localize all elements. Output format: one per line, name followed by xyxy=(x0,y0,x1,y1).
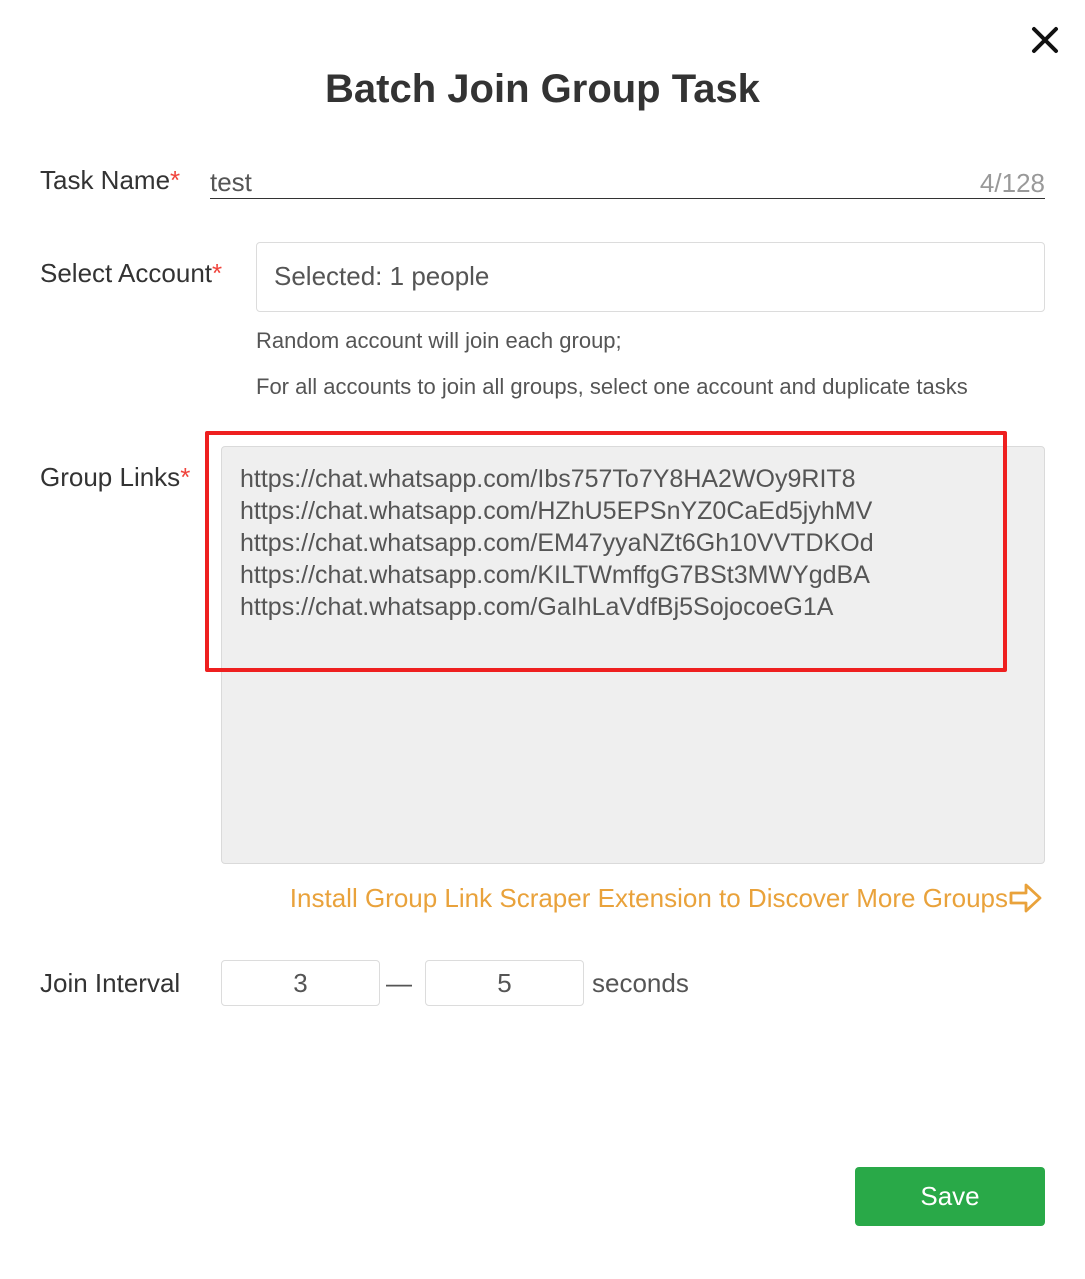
group-links-label-text: Group Links xyxy=(40,462,181,492)
group-links-textarea[interactable]: https://chat.whatsapp.com/Ibs757To7Y8HA2… xyxy=(221,446,1045,864)
group-link-line: https://chat.whatsapp.com/EM47yyaNZt6Gh1… xyxy=(240,529,874,557)
save-button[interactable]: Save xyxy=(855,1167,1045,1226)
account-hint-random: Random account will join each group; xyxy=(256,328,622,353)
char-counter: 4/128 xyxy=(979,168,1045,198)
dialog-title: Batch Join Group Task xyxy=(325,67,760,111)
task-name-value: test xyxy=(210,167,252,197)
task-name-input[interactable]: test 4/128 xyxy=(210,163,1045,199)
arrow-right-icon xyxy=(1009,883,1042,913)
interval-unit: seconds xyxy=(592,968,689,998)
close-icon xyxy=(1032,27,1058,53)
select-account-value: Selected: 1 people xyxy=(274,261,490,291)
account-hint-duplicate: For all accounts to join all groups, sel… xyxy=(256,374,968,399)
interval-separator: — xyxy=(386,968,412,998)
group-links-label: Group Links* xyxy=(40,460,190,494)
interval-max-input[interactable]: 5 xyxy=(425,960,584,1006)
join-interval-label: Join Interval xyxy=(40,968,181,998)
group-link-line: https://chat.whatsapp.com/HZhU5EPSnYZ0Ca… xyxy=(240,497,873,525)
group-link-line: https://chat.whatsapp.com/Ibs757To7Y8HA2… xyxy=(240,465,856,493)
task-name-label-text: Task Name xyxy=(40,165,171,195)
required-mark: * xyxy=(180,462,191,492)
required-mark: * xyxy=(170,165,181,195)
required-mark: * xyxy=(212,258,223,288)
select-account-label: Select Account* xyxy=(40,256,222,290)
interval-min-input[interactable]: 3 xyxy=(221,960,380,1006)
close-button[interactable] xyxy=(1029,24,1061,56)
scraper-extension-link[interactable]: Install Group Link Scraper Extension to … xyxy=(200,880,1043,916)
group-link-line: https://chat.whatsapp.com/KILTWmffgG7BSt… xyxy=(240,561,870,589)
select-account-field[interactable]: Selected: 1 people xyxy=(256,242,1045,312)
group-link-line: https://chat.whatsapp.com/GaIhLaVdfBj5So… xyxy=(240,593,834,621)
scraper-extension-link-text: Install Group Link Scraper Extension to … xyxy=(289,883,1008,913)
task-name-label: Task Name* xyxy=(40,163,180,197)
select-account-label-text: Select Account xyxy=(40,258,212,288)
